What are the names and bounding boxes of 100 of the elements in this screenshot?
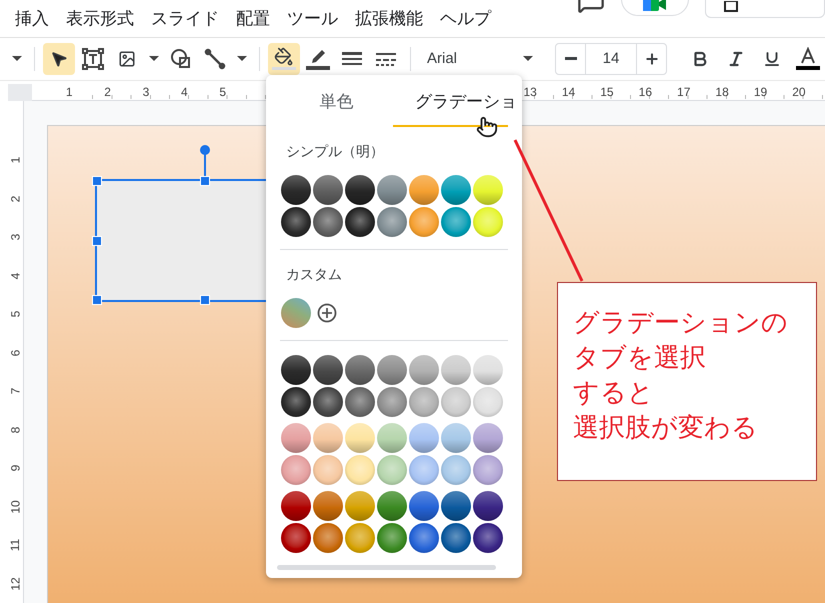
menu-item[interactable]: ツール bbox=[287, 6, 338, 30]
ruler-number: 7 bbox=[8, 388, 22, 395]
ruler-number: 2 bbox=[8, 195, 22, 202]
caret-icon bbox=[237, 56, 247, 62]
popup-tab[interactable]: 単色 bbox=[266, 75, 393, 127]
resize-handle[interactable] bbox=[92, 176, 102, 186]
gradient-swatch[interactable] bbox=[313, 175, 343, 205]
gradient-swatch[interactable] bbox=[473, 523, 503, 553]
font-size-field[interactable]: 14 bbox=[585, 44, 637, 74]
gradient-swatch[interactable] bbox=[441, 207, 471, 237]
gradient-swatch[interactable] bbox=[409, 207, 439, 237]
gradient-swatch[interactable] bbox=[409, 355, 439, 385]
ruler-number: 1 bbox=[8, 156, 22, 164]
custom-gradient-swatch[interactable] bbox=[281, 298, 311, 328]
gradient-swatch[interactable] bbox=[441, 455, 471, 485]
ruler-number: 16 bbox=[638, 84, 653, 100]
gradient-swatch[interactable] bbox=[441, 491, 471, 521]
add-circle-icon[interactable] bbox=[317, 303, 337, 323]
gradient-swatch[interactable] bbox=[281, 455, 311, 485]
gradient-swatch[interactable] bbox=[377, 175, 407, 205]
resize-handle[interactable] bbox=[92, 295, 102, 305]
gradient-swatch[interactable] bbox=[409, 523, 439, 553]
gradient-swatch[interactable] bbox=[473, 387, 503, 417]
gradient-swatch[interactable] bbox=[313, 455, 343, 485]
gradient-swatch[interactable] bbox=[281, 387, 311, 417]
ruler-number: 5 bbox=[218, 84, 228, 100]
ruler-number: 4 bbox=[8, 272, 22, 280]
resize-handle[interactable] bbox=[92, 236, 102, 246]
gradient-swatch[interactable] bbox=[441, 423, 471, 453]
gradient-swatch[interactable] bbox=[473, 355, 503, 385]
gradient-swatch[interactable] bbox=[441, 387, 471, 417]
paint-bucket-icon bbox=[272, 46, 296, 71]
gradient-swatch[interactable] bbox=[441, 175, 471, 205]
menu-item[interactable]: ヘルプ bbox=[440, 6, 491, 30]
textbox-icon bbox=[82, 48, 104, 70]
gradient-swatch[interactable] bbox=[281, 523, 311, 553]
menu-item[interactable]: 表示形式 bbox=[66, 6, 134, 30]
ruler-number: 10 bbox=[8, 500, 22, 514]
gradient-swatch[interactable] bbox=[313, 423, 343, 453]
plus-icon bbox=[644, 50, 660, 67]
gradient-swatch[interactable] bbox=[441, 355, 471, 385]
select-tool[interactable] bbox=[43, 42, 75, 75]
gradient-swatch[interactable] bbox=[377, 455, 407, 485]
scrollbar[interactable] bbox=[277, 565, 496, 570]
gradient-swatch[interactable] bbox=[345, 491, 375, 521]
gradient-swatch[interactable] bbox=[409, 387, 439, 417]
gradient-swatch[interactable] bbox=[345, 455, 375, 485]
ruler-number: 5 bbox=[8, 310, 22, 318]
underline-icon bbox=[763, 50, 781, 68]
gradient-swatch[interactable] bbox=[345, 387, 375, 417]
ruler-number: 1 bbox=[64, 84, 74, 100]
gradient-swatch[interactable] bbox=[281, 491, 311, 521]
gradient-swatch[interactable] bbox=[377, 523, 407, 553]
ruler-number: 3 bbox=[8, 234, 22, 241]
menu-item[interactable]: 配置 bbox=[236, 6, 270, 30]
resize-handle[interactable] bbox=[200, 295, 210, 305]
fill-color-button[interactable] bbox=[268, 42, 300, 75]
line-weight-icon bbox=[342, 50, 362, 67]
gradient-swatch[interactable] bbox=[409, 491, 439, 521]
gradient-swatch[interactable] bbox=[409, 175, 439, 205]
gradient-swatch[interactable] bbox=[377, 387, 407, 417]
gradient-swatch[interactable] bbox=[473, 207, 503, 237]
menu-item[interactable]: 挿入 bbox=[15, 6, 49, 30]
ruler-number: 8 bbox=[8, 426, 22, 434]
gradient-swatch[interactable] bbox=[377, 207, 407, 237]
gradient-swatch[interactable] bbox=[377, 423, 407, 453]
menu-item[interactable]: スライド bbox=[151, 6, 219, 30]
gradient-swatch[interactable] bbox=[473, 423, 503, 453]
caret-icon bbox=[523, 56, 533, 62]
caret-icon bbox=[12, 56, 22, 62]
hand-cursor-icon bbox=[476, 116, 498, 138]
gradient-swatch[interactable] bbox=[345, 423, 375, 453]
gradient-swatch[interactable] bbox=[409, 455, 439, 485]
resize-handle[interactable] bbox=[200, 176, 210, 186]
gradient-swatch[interactable] bbox=[313, 523, 343, 553]
gradient-swatch[interactable] bbox=[281, 175, 311, 205]
gradient-swatch[interactable] bbox=[313, 355, 343, 385]
gradient-swatch[interactable] bbox=[345, 355, 375, 385]
menu-item[interactable]: 拡張機能 bbox=[355, 6, 423, 30]
gradient-swatch[interactable] bbox=[281, 423, 311, 453]
shapes-icon bbox=[170, 48, 192, 70]
rotate-handle[interactable] bbox=[200, 145, 210, 155]
gradient-swatch[interactable] bbox=[377, 355, 407, 385]
font-dropdown[interactable]: Arial bbox=[419, 42, 541, 75]
gradient-swatch[interactable] bbox=[345, 207, 375, 237]
popup-tab[interactable]: グラデーショ bbox=[393, 75, 522, 127]
gradient-swatch[interactable] bbox=[345, 175, 375, 205]
gradient-swatch[interactable] bbox=[281, 355, 311, 385]
gradient-swatch[interactable] bbox=[441, 523, 471, 553]
gradient-swatch[interactable] bbox=[473, 455, 503, 485]
gradient-swatch[interactable] bbox=[409, 423, 439, 453]
gradient-swatch[interactable] bbox=[473, 491, 503, 521]
font-size-stepper[interactable]: 14 bbox=[555, 42, 667, 75]
gradient-swatch[interactable] bbox=[473, 175, 503, 205]
gradient-swatch[interactable] bbox=[313, 387, 343, 417]
gradient-swatch[interactable] bbox=[345, 523, 375, 553]
gradient-swatch[interactable] bbox=[377, 491, 407, 521]
gradient-swatch[interactable] bbox=[313, 491, 343, 521]
gradient-swatch[interactable] bbox=[313, 207, 343, 237]
gradient-swatch[interactable] bbox=[281, 207, 311, 237]
